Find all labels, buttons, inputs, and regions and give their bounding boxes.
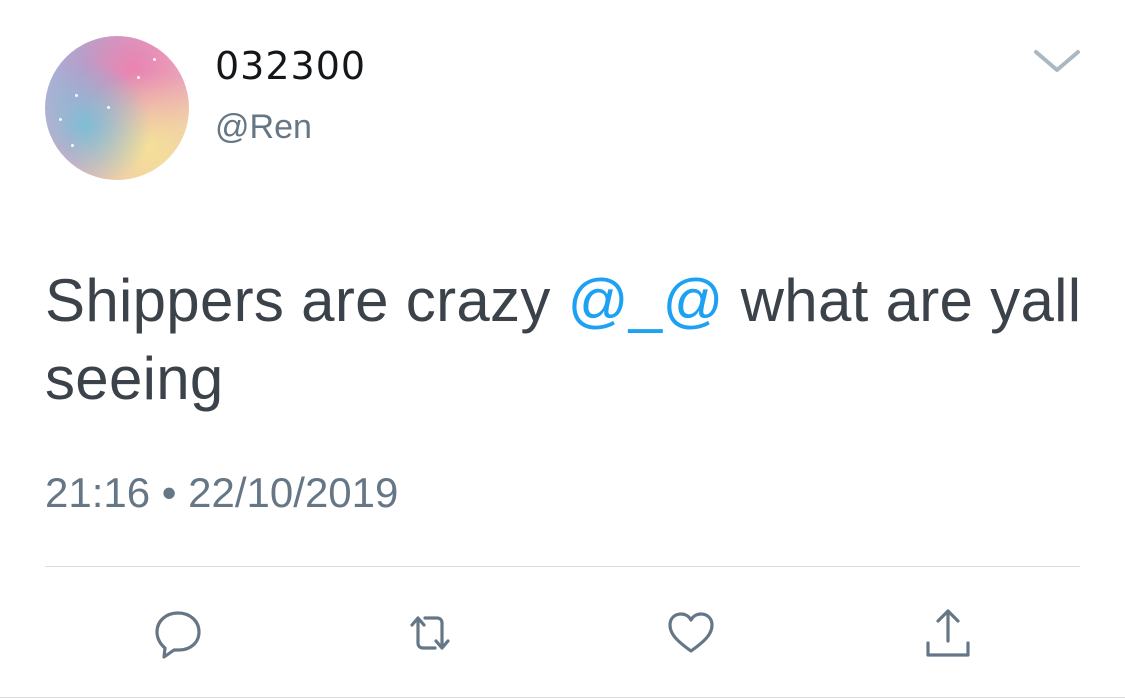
tweet-text: Shippers are crazy @_@ what are yall see…: [45, 262, 1095, 418]
retweet-button[interactable]: [402, 605, 458, 661]
share-button[interactable]: [920, 605, 976, 661]
timestamp-separator: •: [161, 469, 177, 516]
retweet-icon: [402, 605, 458, 661]
reply-button[interactable]: [150, 605, 206, 661]
bottom-divider: [0, 697, 1125, 698]
heart-icon: [663, 605, 719, 661]
chevron-down-icon[interactable]: [1030, 46, 1084, 78]
avatar[interactable]: [45, 36, 189, 180]
tweet-date: 22/10/2019: [188, 469, 399, 516]
timestamp: 21:16 • 22/10/2019: [45, 469, 398, 517]
tweet-text-before: Shippers are crazy: [45, 267, 568, 334]
user-handle[interactable]: @Ren: [215, 108, 312, 147]
tweet-time: 21:16: [45, 469, 151, 516]
divider: [45, 566, 1080, 567]
like-button[interactable]: [663, 605, 719, 661]
share-icon: [920, 605, 976, 661]
display-name[interactable]: 032300: [215, 44, 366, 88]
tweet-card: 032300 @Ren Shippers are crazy @_@ what …: [0, 0, 1125, 700]
reply-icon: [150, 605, 206, 661]
mention-link[interactable]: @_@: [568, 267, 724, 334]
